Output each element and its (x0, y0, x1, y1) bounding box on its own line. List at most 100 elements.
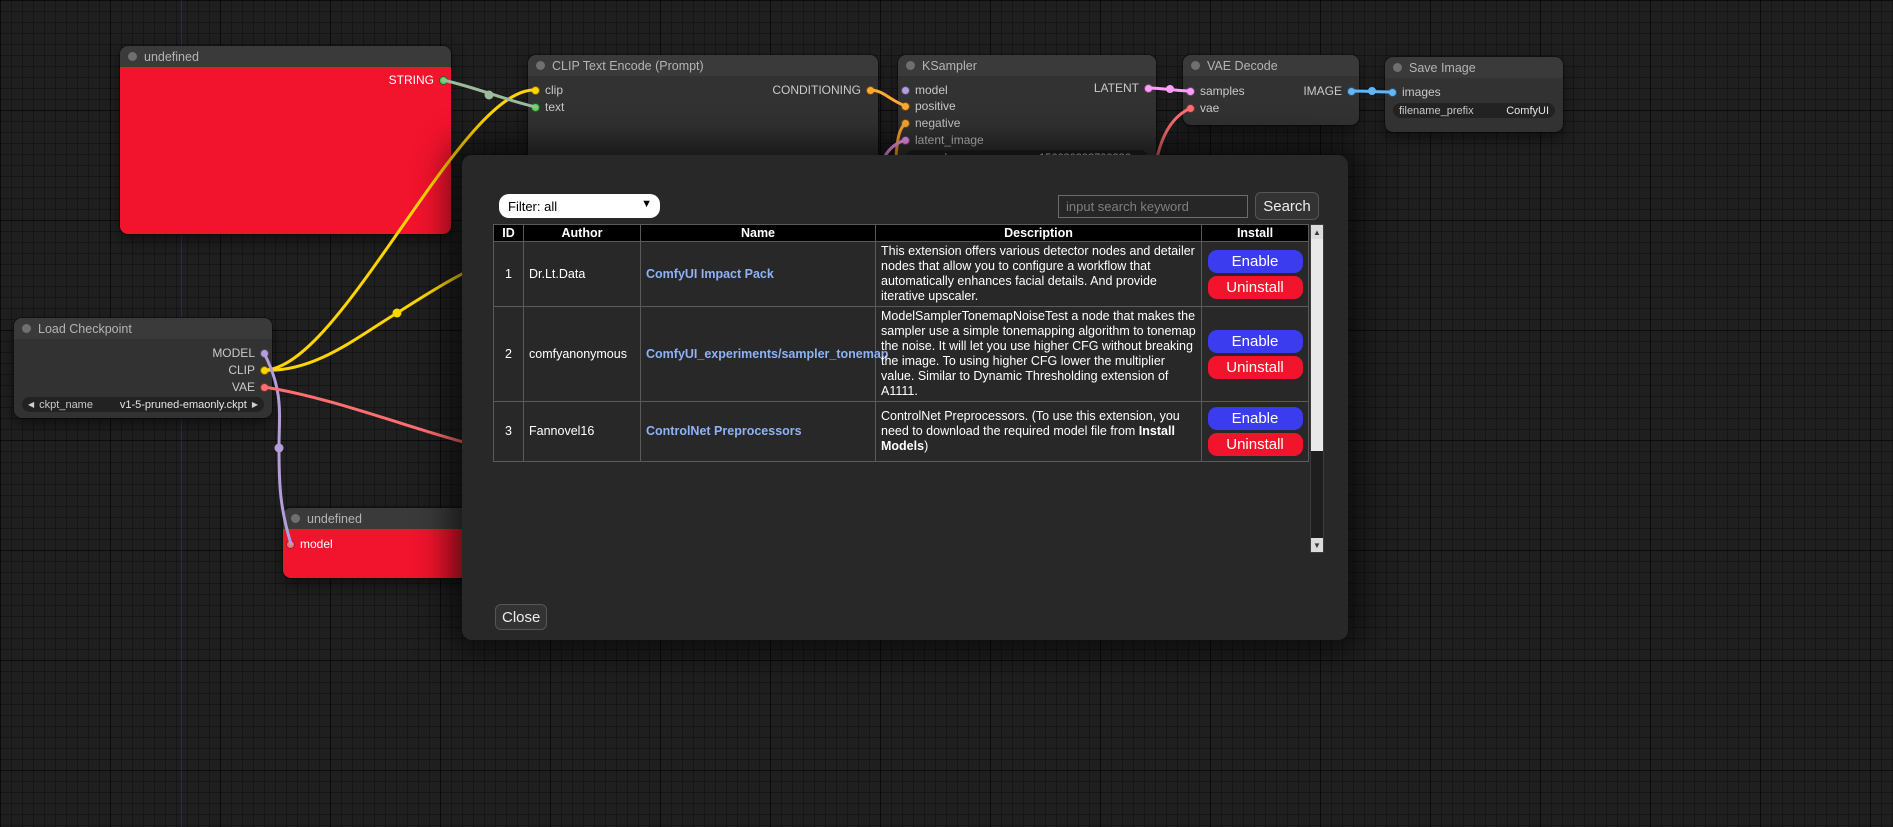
scrollbar-thumb[interactable] (1311, 239, 1323, 451)
scroll-up-icon[interactable]: ▲ (1311, 225, 1323, 239)
search-input[interactable] (1058, 195, 1248, 218)
input-slot-model[interactable]: model (286, 536, 333, 552)
output-slot-vae[interactable]: VAE (232, 379, 269, 395)
node-header[interactable]: Load Checkpoint (14, 318, 272, 339)
vae-slot-dot[interactable] (1186, 104, 1195, 113)
cell-install: Enable Uninstall (1202, 307, 1309, 402)
conditioning-slot-dot[interactable] (866, 86, 875, 95)
output-slot-clip[interactable]: CLIP (228, 362, 269, 378)
string-slot-dot[interactable] (439, 76, 448, 85)
extension-link[interactable]: ControlNet Preprocessors (646, 424, 802, 438)
cell-install: Enable Uninstall (1202, 242, 1309, 307)
output-slot-conditioning[interactable]: CONDITIONING (772, 82, 875, 98)
node-graph-canvas[interactable]: undefined STRING CLIP Text Encode (Promp… (0, 0, 1893, 827)
table-scrollbar[interactable]: ▲ ▼ (1310, 224, 1324, 553)
wire-string-to-text (443, 80, 536, 107)
conditioning-slot-dot[interactable] (901, 119, 910, 128)
node-title: undefined (307, 512, 362, 526)
cell-install: Enable Uninstall (1202, 402, 1309, 462)
uninstall-button[interactable]: Uninstall (1208, 433, 1303, 456)
model-slot-dot[interactable] (260, 349, 269, 358)
input-slot-latent-image[interactable]: latent_image (901, 132, 984, 148)
ckpt-name-widget[interactable]: ◀ ckpt_name v1-5-pruned-emaonly.ckpt ▶ (22, 397, 264, 412)
input-slot-images[interactable]: images (1388, 84, 1441, 100)
node-save-image[interactable]: Save Image images filename_prefix ComfyU… (1385, 57, 1563, 132)
latent-slot-dot[interactable] (1144, 84, 1153, 93)
search-button[interactable]: Search (1255, 192, 1319, 220)
enable-button[interactable]: Enable (1208, 250, 1303, 273)
node-title: Load Checkpoint (38, 322, 132, 336)
widget-name: ckpt_name (39, 399, 93, 411)
node-vae-decode[interactable]: VAE Decode samples vae IMAGE (1183, 55, 1359, 125)
latent-slot-dot[interactable] (901, 136, 910, 145)
clip-slot-dot[interactable] (531, 86, 540, 95)
output-slot-label: STRING (389, 73, 434, 87)
conditioning-slot-dot[interactable] (901, 102, 910, 111)
input-slot-label: text (545, 100, 564, 114)
uninstall-button[interactable]: Uninstall (1208, 356, 1303, 379)
enable-button[interactable]: Enable (1208, 407, 1303, 430)
input-slot-model[interactable]: model (901, 82, 948, 98)
cell-description: ModelSamplerTonemapNoiseTest a node that… (876, 307, 1202, 402)
wire-midpoint-dot (275, 444, 284, 453)
extension-link[interactable]: ComfyUI_experiments/sampler_tonemap (646, 347, 888, 361)
vae-slot-dot[interactable] (260, 383, 269, 392)
cell-description: ControlNet Preprocessors. (To use this e… (876, 402, 1202, 462)
image-slot-dot[interactable] (1388, 88, 1397, 97)
output-slot-model[interactable]: MODEL (212, 345, 269, 361)
output-slot-label: IMAGE (1303, 84, 1342, 98)
input-slot-negative[interactable]: negative (901, 115, 960, 131)
node-load-checkpoint[interactable]: Load Checkpoint MODEL CLIP VAE ◀ ckpt_na… (14, 318, 272, 418)
node-status-dot (22, 324, 31, 333)
input-slot-label: vae (1200, 101, 1219, 115)
table-row: 1 Dr.Lt.Data ComfyUI Impact Pack This ex… (494, 242, 1309, 307)
uninstall-button[interactable]: Uninstall (1208, 276, 1303, 299)
extension-link[interactable]: ComfyUI Impact Pack (646, 267, 774, 281)
widget-next-icon[interactable]: ▶ (252, 401, 258, 409)
node-status-dot (536, 61, 545, 70)
close-button[interactable]: Close (495, 604, 547, 630)
node-header[interactable]: CLIP Text Encode (Prompt) (528, 55, 878, 76)
output-slot-latent[interactable]: LATENT (1094, 80, 1153, 96)
widget-value: ComfyUI (1506, 105, 1549, 117)
input-slot-clip[interactable]: clip (531, 82, 563, 98)
model-slot-dot[interactable] (286, 540, 295, 549)
filename-prefix-widget[interactable]: filename_prefix ComfyUI (1393, 103, 1555, 118)
output-slot-label: VAE (232, 380, 255, 394)
image-slot-dot[interactable] (1347, 87, 1356, 96)
node-title: Save Image (1409, 61, 1476, 75)
string-slot-dot[interactable] (531, 103, 540, 112)
clip-slot-dot[interactable] (260, 366, 269, 375)
output-slot-string[interactable]: STRING (389, 72, 448, 88)
custom-nodes-manager-dialog: Filter: all ▼ Search ID Author Name Desc… (462, 155, 1348, 640)
input-slot-samples[interactable]: samples (1186, 83, 1245, 99)
input-slot-label: negative (915, 116, 960, 130)
input-slot-vae[interactable]: vae (1186, 100, 1219, 116)
node-header[interactable]: VAE Decode (1183, 55, 1359, 76)
widget-prev-icon[interactable]: ◀ (28, 401, 34, 409)
output-slot-label: MODEL (212, 346, 255, 360)
scroll-down-icon[interactable]: ▼ (1311, 538, 1323, 552)
output-slot-image[interactable]: IMAGE (1303, 83, 1356, 99)
node-title: undefined (144, 50, 199, 64)
model-slot-dot[interactable] (901, 86, 910, 95)
latent-slot-dot[interactable] (1186, 87, 1195, 96)
node-header[interactable]: undefined (120, 46, 451, 67)
filter-select[interactable]: Filter: all (499, 194, 660, 218)
input-slot-text[interactable]: text (531, 99, 564, 115)
column-header-id: ID (494, 225, 524, 242)
table-row: 2 comfyanonymous ComfyUI_experiments/sam… (494, 307, 1309, 402)
cell-name: ComfyUI_experiments/sampler_tonemap (641, 307, 876, 402)
node-header[interactable]: KSampler (898, 55, 1156, 76)
cell-id: 3 (494, 402, 524, 462)
node-undefined-top[interactable]: undefined STRING (120, 46, 451, 234)
cell-description: This extension offers various detector n… (876, 242, 1202, 307)
node-title: CLIP Text Encode (Prompt) (552, 59, 704, 73)
input-slot-positive[interactable]: positive (901, 98, 956, 114)
table-header-row: ID Author Name Description Install (494, 225, 1309, 242)
output-slot-label: LATENT (1094, 81, 1139, 95)
input-slot-label: latent_image (915, 133, 984, 147)
node-status-dot (1393, 63, 1402, 72)
enable-button[interactable]: Enable (1208, 330, 1303, 353)
node-header[interactable]: Save Image (1385, 57, 1563, 78)
